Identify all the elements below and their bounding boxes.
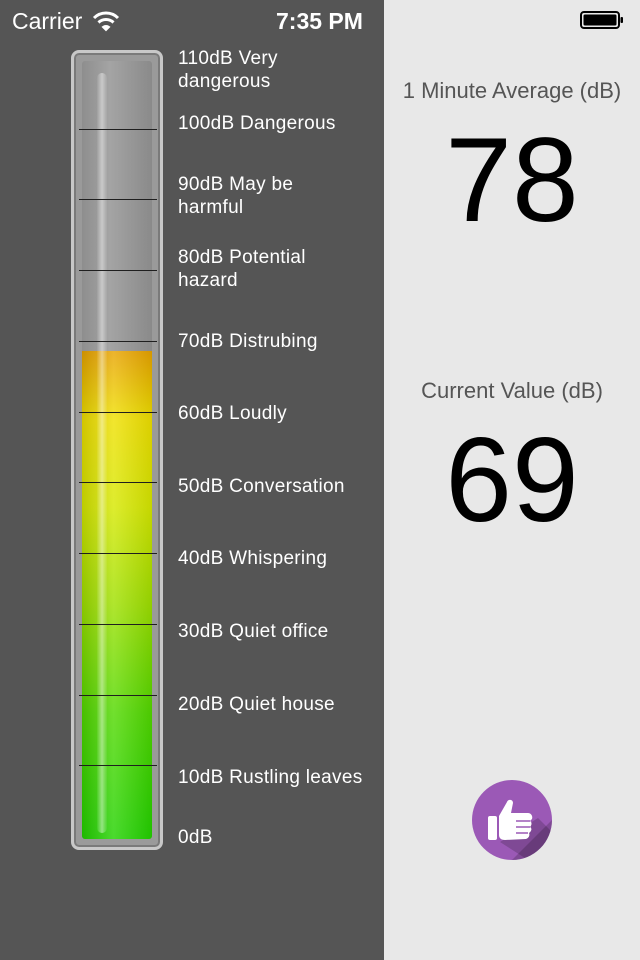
average-value: 78 [445, 113, 579, 247]
scale-label: 0dB [178, 827, 213, 848]
scale-label: 10dB Rustling leaves [178, 767, 363, 788]
scale-label: 20dB Quiet house [178, 694, 335, 715]
meter-tick [79, 411, 157, 413]
current-value: 69 [445, 413, 579, 547]
thumbs-up-icon [488, 799, 552, 860]
scale-label: 30dB Quiet office [178, 621, 329, 642]
battery-icon [580, 11, 623, 29]
meter-tick [79, 128, 157, 130]
scale-label: 90dB May be harmful [178, 174, 294, 218]
meter-tick [79, 199, 157, 201]
meter-tick [79, 553, 157, 555]
meter-tick [79, 765, 157, 767]
scale-label: 70dB Distrubing [178, 331, 318, 352]
thumbs-up-button[interactable] [472, 780, 552, 860]
meter-tick [79, 340, 157, 342]
scale-label: 110dB Very dangerous [178, 48, 278, 92]
meter-tick [79, 694, 157, 696]
carrier-label: Carrier [12, 7, 83, 34]
status-time: 7:35 PM [276, 8, 363, 34]
scale-label: 100dB Dangerous [178, 113, 336, 134]
current-title: Current Value (dB) [421, 378, 603, 403]
scale-label: 50dB Conversation [178, 476, 345, 497]
meter-shine [97, 73, 107, 833]
meter-track [82, 61, 152, 839]
decibel-meter [71, 50, 163, 850]
meter-tick [79, 482, 157, 484]
meter-tick [79, 623, 157, 625]
meter-tick [79, 270, 157, 272]
wifi-icon [93, 11, 120, 32]
scale-label: 80dB Potential hazard [178, 247, 306, 291]
scale-label: 60dB Loudly [178, 403, 287, 424]
scale-label: 40dB Whispering [178, 548, 328, 569]
status-carrier: Carrier [12, 6, 120, 36]
average-title: 1 Minute Average (dB) [402, 78, 622, 103]
